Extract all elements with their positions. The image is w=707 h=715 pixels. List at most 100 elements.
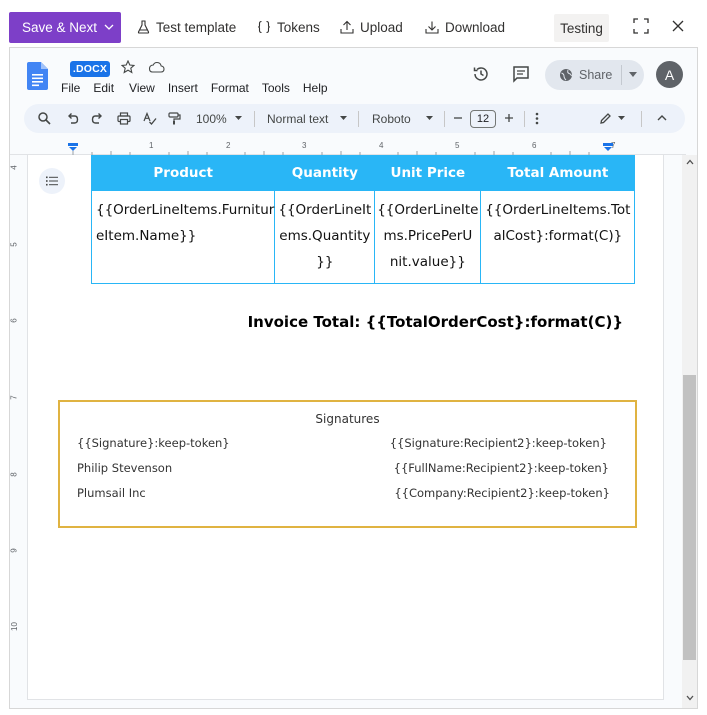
menu-file[interactable]: File bbox=[61, 81, 80, 95]
version-history-icon[interactable] bbox=[472, 65, 490, 83]
menu-tools[interactable]: Tools bbox=[262, 81, 290, 95]
vertical-ruler[interactable]: 4 5 6 7 8 9 10 bbox=[10, 155, 24, 700]
ruler-mark: 1 bbox=[149, 141, 154, 150]
avatar[interactable]: A bbox=[656, 61, 683, 88]
menu-insert[interactable]: Insert bbox=[168, 81, 198, 95]
cloud-status-icon[interactable] bbox=[148, 60, 165, 74]
paragraph-style-select[interactable]: Normal text bbox=[267, 112, 328, 126]
test-template-label: Test template bbox=[156, 19, 237, 35]
style-caret-icon[interactable] bbox=[340, 116, 347, 120]
ruler-mark: 6 bbox=[9, 318, 19, 323]
formatting-toolbar: 100% Normal text Roboto 12 bbox=[24, 104, 685, 133]
toolbar-divider bbox=[254, 111, 255, 127]
recipient-signature-token: {{Signature:Recipient2}:keep-token} bbox=[389, 436, 607, 450]
toolbar-divider bbox=[358, 111, 359, 127]
redo-icon[interactable] bbox=[91, 112, 104, 125]
signer-name: Philip Stevenson bbox=[77, 461, 173, 475]
cell-text-line: eItem.Name}} bbox=[96, 228, 197, 244]
caret-down-icon[interactable] bbox=[629, 72, 637, 77]
menu-edit[interactable]: Edit bbox=[93, 81, 114, 95]
edit-mode-caret-icon[interactable] bbox=[618, 116, 625, 120]
testing-button[interactable]: Testing bbox=[554, 14, 609, 42]
cell-unit-price[interactable]: {{OrderLineIte ms.PricePerU nit.value}} bbox=[374, 190, 482, 284]
font-family-select[interactable]: Roboto bbox=[372, 112, 411, 126]
menu-format[interactable]: Format bbox=[211, 81, 249, 95]
order-table[interactable]: Product Quantity Unit Price Total Amount… bbox=[90, 155, 636, 284]
font-caret-icon[interactable] bbox=[426, 116, 433, 120]
signer-company: Plumsail Inc bbox=[77, 486, 146, 500]
horizontal-ruler[interactable]: 1 2 3 4 5 6 7 bbox=[10, 141, 686, 155]
cell-text-line: }} bbox=[316, 254, 334, 270]
upload-button[interactable]: Upload bbox=[340, 18, 403, 36]
app-toolbar: Save & Next Test template Tokens Upload … bbox=[0, 0, 707, 54]
chevron-up-icon[interactable] bbox=[657, 114, 667, 121]
cell-text-line: {{OrderLineIt bbox=[278, 202, 372, 218]
download-button[interactable]: Download bbox=[425, 18, 505, 36]
cell-text-line: alCost}:format(C)} bbox=[493, 228, 623, 244]
tokens-label: Tokens bbox=[277, 19, 320, 35]
comments-icon[interactable] bbox=[512, 65, 530, 83]
header-total-amount[interactable]: Total Amount bbox=[480, 155, 636, 191]
document-outline-button[interactable] bbox=[39, 168, 65, 194]
braces-icon bbox=[258, 20, 270, 34]
cell-text-line: nit.value}} bbox=[389, 254, 466, 270]
scrollbar-thumb[interactable] bbox=[683, 375, 696, 660]
ruler-mark: 5 bbox=[455, 141, 460, 150]
cell-total[interactable]: {{OrderLineItems.Tot alCost}:format(C)} bbox=[480, 190, 636, 284]
docs-header: .DOCX File Edit View Insert Format Tools… bbox=[10, 48, 697, 102]
signature-token: {{Signature}:keep-token} bbox=[77, 436, 230, 450]
cell-product[interactable]: {{OrderLineItems.Furnitur eItem.Name}} bbox=[90, 190, 276, 284]
share-label: Share bbox=[579, 68, 613, 82]
document-page[interactable]: Product Quantity Unit Price Total Amount… bbox=[27, 155, 664, 700]
scroll-up-icon[interactable] bbox=[686, 158, 694, 166]
zoom-value[interactable]: 100% bbox=[196, 112, 227, 126]
undo-icon[interactable] bbox=[66, 112, 79, 125]
invoice-total: Invoice Total: {{TotalOrderCost}:format(… bbox=[247, 313, 623, 331]
zoom-caret-icon[interactable] bbox=[235, 116, 242, 120]
toolbar-divider bbox=[641, 111, 642, 127]
globe-icon bbox=[560, 69, 572, 81]
share-divider bbox=[621, 65, 622, 85]
toolbar-divider bbox=[444, 111, 445, 127]
flask-icon bbox=[137, 20, 150, 34]
ruler-mark: 9 bbox=[9, 548, 19, 553]
print-icon[interactable] bbox=[117, 112, 131, 125]
docs-logo-icon bbox=[27, 62, 48, 90]
search-icon[interactable] bbox=[38, 112, 51, 125]
star-icon[interactable] bbox=[121, 60, 135, 74]
scroll-down-icon[interactable] bbox=[686, 694, 694, 702]
download-icon bbox=[425, 21, 439, 34]
close-icon[interactable] bbox=[669, 17, 687, 35]
decrease-font-size-icon[interactable] bbox=[453, 113, 463, 123]
cell-text-line: ems.Quantity bbox=[279, 228, 371, 244]
menu-view[interactable]: View bbox=[129, 81, 155, 95]
edit-mode-icon[interactable] bbox=[599, 112, 612, 125]
ruler-mark: 6 bbox=[532, 141, 537, 150]
tokens-button[interactable]: Tokens bbox=[257, 18, 320, 36]
spellcheck-icon[interactable] bbox=[143, 112, 157, 125]
increase-font-size-icon[interactable] bbox=[504, 113, 514, 123]
cell-quantity[interactable]: {{OrderLineIt ems.Quantity }} bbox=[274, 190, 376, 284]
save-next-button[interactable]: Save & Next bbox=[9, 12, 121, 43]
header-unit-price[interactable]: Unit Price bbox=[374, 155, 482, 191]
more-options-icon[interactable] bbox=[535, 112, 539, 125]
chevron-down-icon[interactable] bbox=[102, 20, 116, 34]
test-template-button[interactable]: Test template bbox=[137, 18, 236, 36]
toolbar-divider bbox=[524, 111, 525, 127]
menu-help[interactable]: Help bbox=[303, 81, 328, 95]
header-product[interactable]: Product bbox=[90, 155, 276, 191]
ruler-mark: 4 bbox=[379, 141, 384, 150]
vertical-scrollbar[interactable] bbox=[682, 155, 697, 708]
share-button[interactable]: Share bbox=[545, 60, 644, 90]
header-quantity[interactable]: Quantity bbox=[274, 155, 376, 191]
font-size-input[interactable]: 12 bbox=[470, 110, 496, 128]
ruler-mark: 5 bbox=[9, 242, 19, 247]
menu-bar: File Edit View Insert Format Tools Help bbox=[61, 81, 328, 95]
paint-format-icon[interactable] bbox=[168, 112, 181, 125]
signatures-title: Signatures bbox=[315, 412, 380, 426]
ruler-ticks bbox=[68, 143, 613, 155]
document-editor: .DOCX File Edit View Insert Format Tools… bbox=[9, 47, 698, 709]
signatures-box[interactable]: Signatures {{Signature}:keep-token} Phil… bbox=[58, 400, 637, 528]
cell-text-line: {{OrderLineItems.Tot bbox=[485, 202, 631, 218]
fullscreen-icon[interactable] bbox=[632, 17, 650, 35]
